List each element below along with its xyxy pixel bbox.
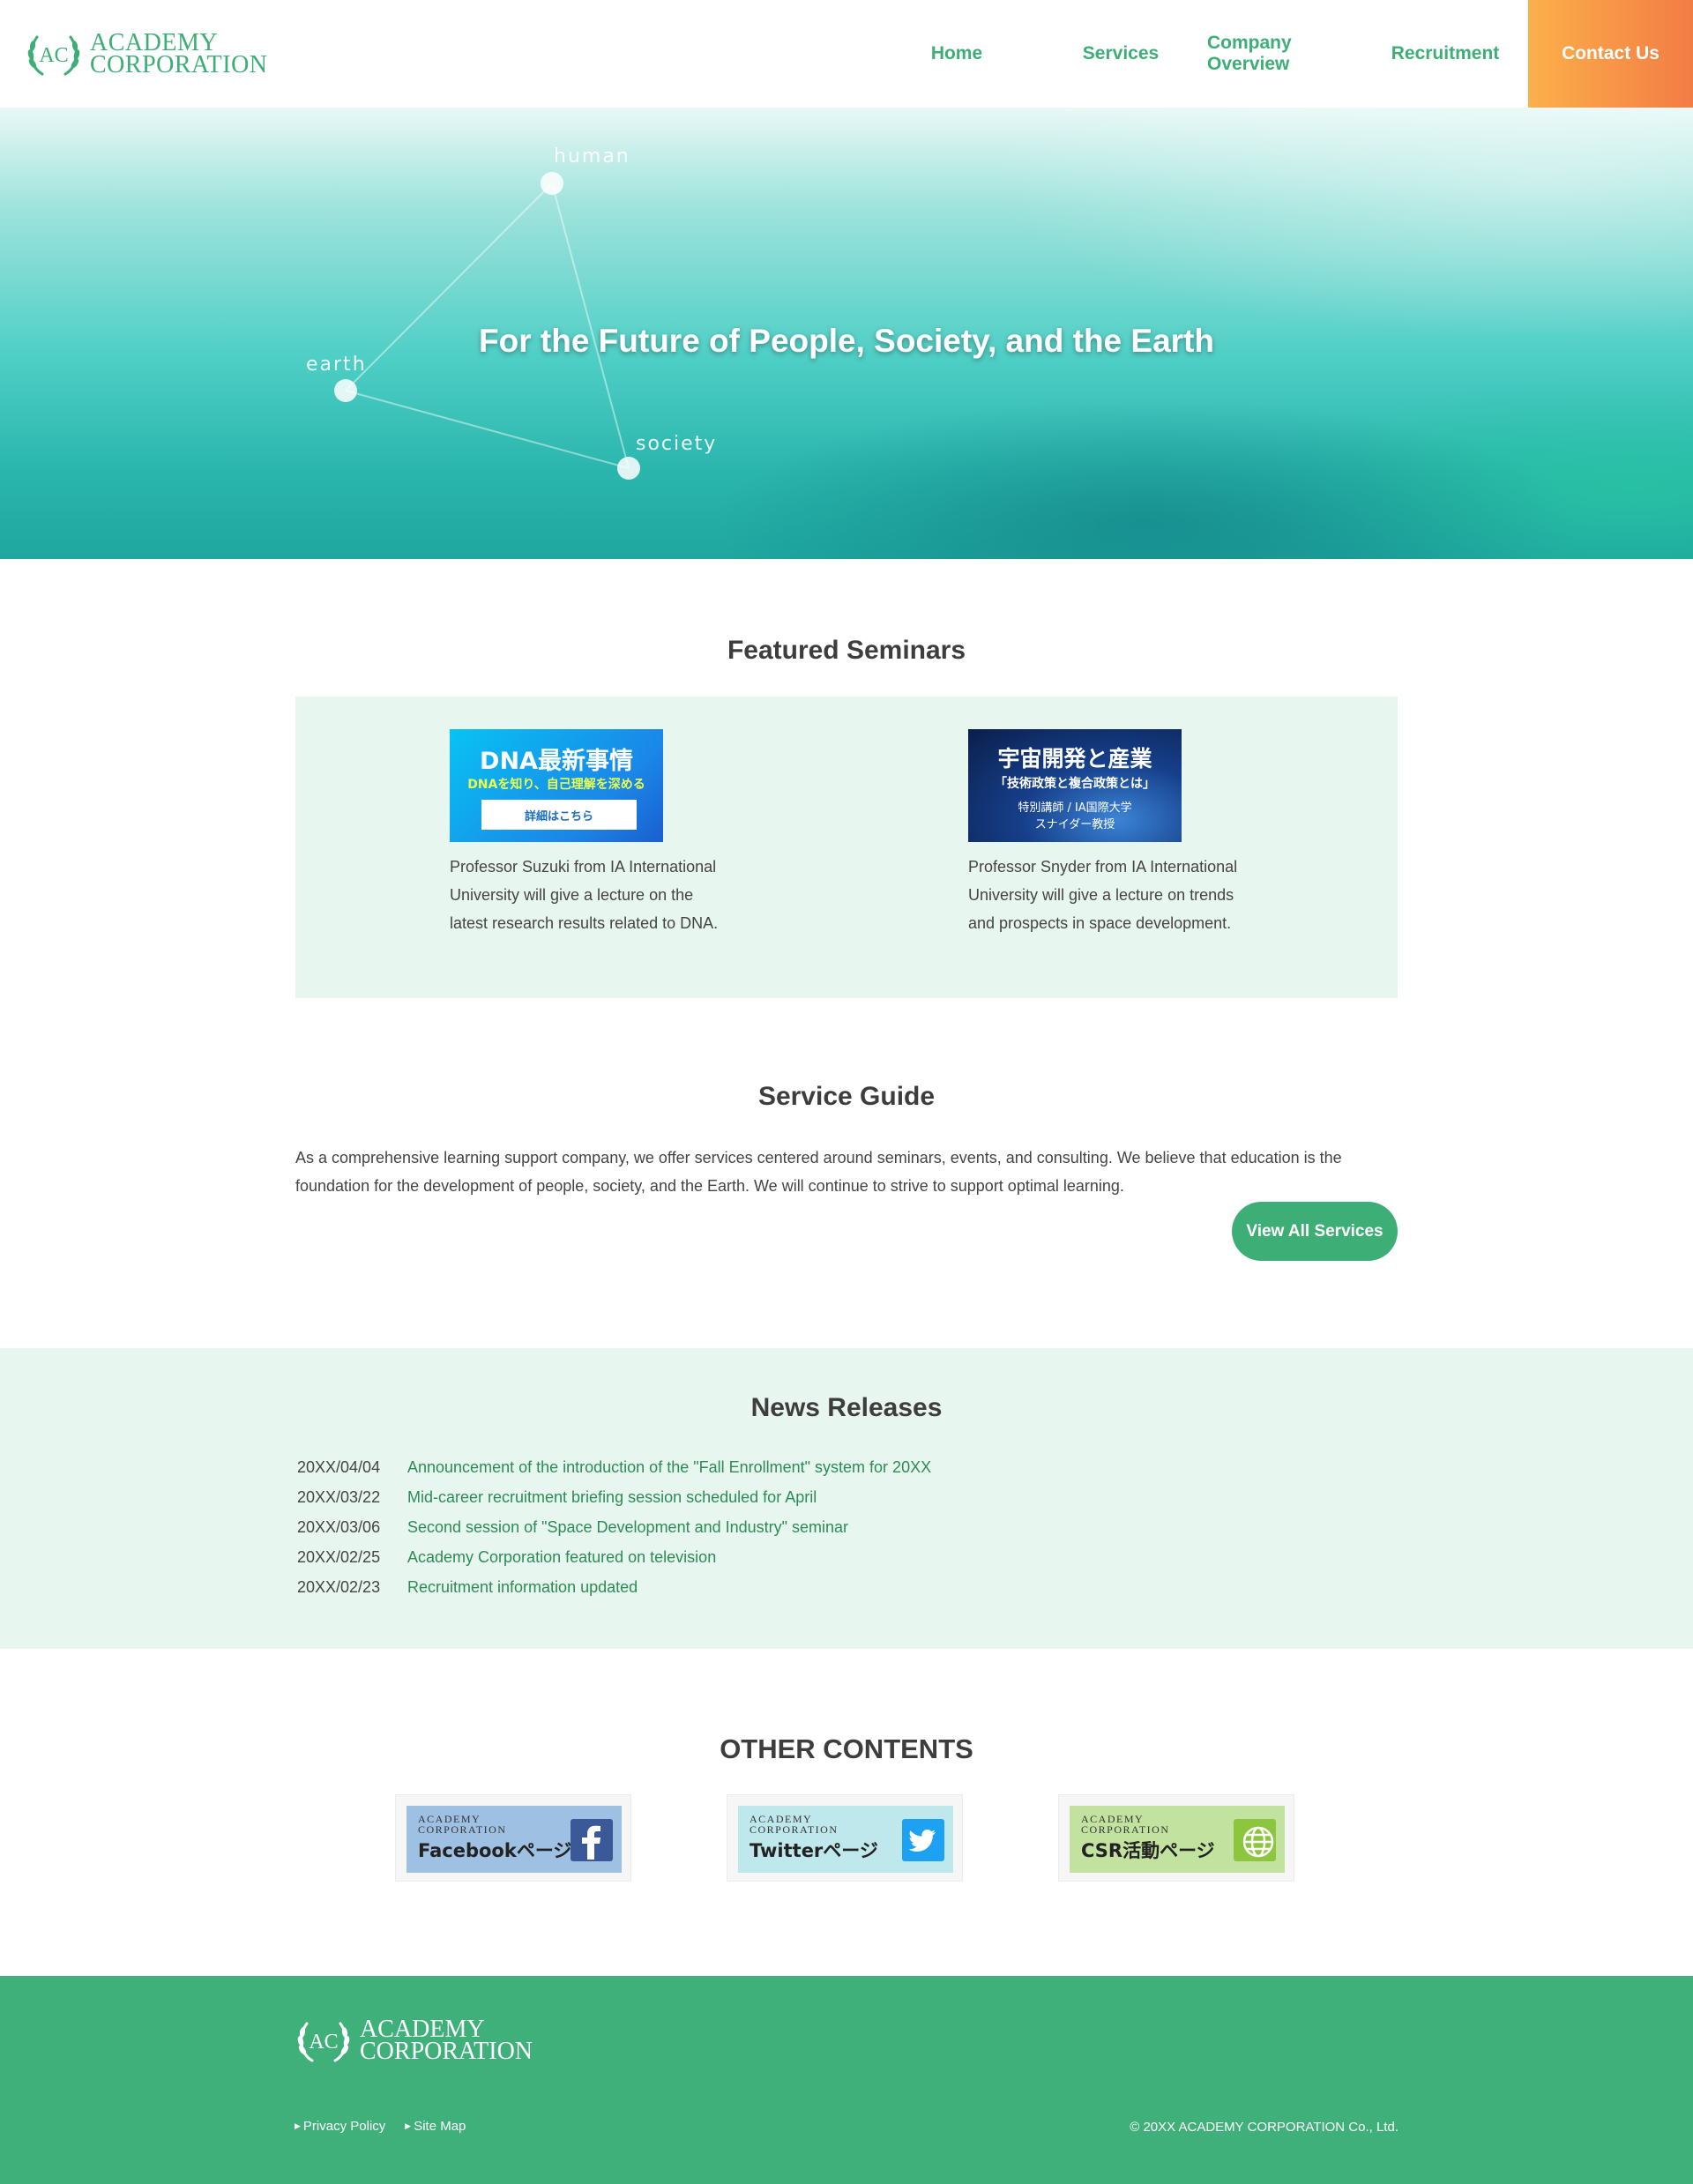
banner-company: ACADEMY CORPORATION xyxy=(418,1814,507,1835)
service-description: As a comprehensive learning support comp… xyxy=(295,1149,1342,1195)
banner-body: ACADEMY CORPORATION Twitterページ xyxy=(738,1806,953,1873)
human-label: human xyxy=(554,145,630,168)
banner-company: ACADEMY CORPORATION xyxy=(750,1814,839,1835)
news-date: 20XX/03/22 xyxy=(297,1487,381,1506)
laurel-logo-icon: AC xyxy=(297,2022,350,2062)
news-link[interactable]: Academy Corporation featured on televisi… xyxy=(407,1548,716,1567)
globe-icon xyxy=(1234,1819,1276,1861)
banner-company-line2: CORPORATION xyxy=(1081,1823,1170,1836)
news-link[interactable]: Second session of "Space Development and… xyxy=(407,1518,848,1537)
banner-company-line2: CORPORATION xyxy=(750,1823,839,1836)
hero-title: For the Future of People, Society, and t… xyxy=(479,323,1214,359)
news-item: 20XX/02/23 Recruitment information updat… xyxy=(295,1572,1398,1602)
nav-company-overview[interactable]: Company Overview xyxy=(1207,0,1362,108)
seminar-card: DNA最新事情 DNAを知り、自己理解を深める 詳細はこちら Professor… xyxy=(450,729,723,937)
nav-recruitment[interactable]: Recruitment xyxy=(1362,0,1528,108)
twitter-page-banner[interactable]: ACADEMY CORPORATION Twitterページ xyxy=(727,1794,963,1882)
section-title: Featured Seminars xyxy=(727,636,966,665)
logo-wordmark: ACADEMY CORPORATION xyxy=(90,31,268,78)
news-link[interactable]: Mid-career recruitment briefing session … xyxy=(407,1488,817,1507)
seminar-list: DNA最新事情 DNAを知り、自己理解を深める 詳細はこちら Professor… xyxy=(295,697,1398,998)
contact-us-button[interactable]: Contact Us xyxy=(1528,0,1693,108)
society-node xyxy=(617,457,640,480)
news-date: 20XX/02/23 xyxy=(297,1577,381,1596)
nav-services[interactable]: Services xyxy=(1034,0,1207,108)
banner-company-line2: CORPORATION xyxy=(418,1823,507,1836)
privacy-policy-link[interactable]: Privacy Policy xyxy=(295,2119,385,2134)
section-title: Service Guide xyxy=(757,1082,936,1111)
seminar-description: Professor Snyder from IA International U… xyxy=(968,858,1238,932)
site-footer: AC ACADEMY CORPORATION Privacy Policy Si… xyxy=(0,1976,1693,2184)
news-item: 20XX/02/25 Academy Corporation featured … xyxy=(295,1542,1398,1572)
footer-links: Privacy Policy Site Map xyxy=(295,2119,466,2134)
banner-lecturer: 特別講師 / IA国際大学 xyxy=(1018,801,1132,815)
site-header: AC ACADEMY CORPORATION Home Services Com… xyxy=(0,0,1693,108)
footer-logo[interactable]: AC ACADEMY CORPORATION xyxy=(295,2015,533,2066)
footer-logo-monogram: AC xyxy=(309,2031,338,2054)
banner-label: Facebookページ xyxy=(418,1840,572,1861)
society-label: society xyxy=(636,433,717,455)
banner-company: ACADEMY CORPORATION xyxy=(1081,1814,1170,1835)
news-date: 20XX/02/25 xyxy=(297,1547,381,1566)
banner-label: CSR活動ページ xyxy=(1081,1840,1215,1861)
featured-seminars-section: Featured Seminars DNA最新事情 DNAを知り、自己理解を深め… xyxy=(0,559,1693,998)
facebook-page-banner[interactable]: ACADEMY CORPORATION Facebookページ xyxy=(395,1794,631,1882)
site-logo[interactable]: AC ACADEMY CORPORATION xyxy=(25,28,268,79)
laurel-logo-icon: AC xyxy=(27,35,80,76)
twitter-icon xyxy=(902,1819,944,1861)
earth-node xyxy=(334,379,357,402)
logo-monogram: AC xyxy=(39,44,68,67)
facebook-icon xyxy=(571,1819,613,1861)
banner-body: ACADEMY CORPORATION CSR活動ページ xyxy=(1070,1806,1285,1873)
news-link[interactable]: Recruitment information updated xyxy=(407,1578,638,1597)
banner-subtitle: 「技術政策と複合政策とは」 xyxy=(995,777,1155,791)
service-button-row: View All Services xyxy=(295,1202,1398,1261)
news-item: 20XX/03/22 Mid-career recruitment briefi… xyxy=(295,1482,1398,1512)
logo-line2: CORPORATION xyxy=(90,51,268,78)
news-list: 20XX/04/04 Announcement of the introduct… xyxy=(295,1452,1398,1602)
seminar-description: Professor Suzuki from IA International U… xyxy=(450,858,719,932)
news-item: 20XX/03/06 Second session of "Space Deve… xyxy=(295,1512,1398,1542)
other-contents-section: OTHER CONTENTS ACADEMY CORPORATION Faceb… xyxy=(0,1649,1693,1976)
section-title: OTHER CONTENTS xyxy=(720,1733,973,1764)
social-banner-list: ACADEMY CORPORATION Facebookページ ACADEMY … xyxy=(0,1794,1693,1882)
news-releases-section: News Releases 20XX/04/04 Announcement of… xyxy=(0,1348,1693,1649)
banner-label: Twitterページ xyxy=(750,1840,878,1861)
dna-seminar-banner[interactable]: DNA最新事情 DNAを知り、自己理解を深める 詳細はこちら xyxy=(450,729,663,842)
human-node xyxy=(541,172,563,195)
hero-banner: human earth society For the Future of Pe… xyxy=(0,108,1693,559)
news-item: 20XX/04/04 Announcement of the introduct… xyxy=(295,1452,1398,1482)
banner-title: DNA最新事情 xyxy=(480,748,633,775)
banner-details-button: 詳細はこちら xyxy=(481,800,637,830)
main-nav: Home Services Company Overview Recruitme… xyxy=(879,0,1693,108)
news-link[interactable]: Announcement of the introduction of the … xyxy=(407,1458,931,1477)
space-seminar-banner[interactable]: 宇宙開発と産業 「技術政策と複合政策とは」 特別講師 / IA国際大学 スナイダ… xyxy=(968,729,1182,842)
footer-logo-wordmark: ACADEMY CORPORATION xyxy=(360,2017,533,2065)
news-date: 20XX/04/04 xyxy=(297,1457,381,1476)
site-map-link[interactable]: Site Map xyxy=(405,2119,466,2134)
banner-title: 宇宙開発と産業 xyxy=(997,746,1152,771)
banner-subtitle: DNAを知り、自己理解を深める xyxy=(467,778,645,792)
section-title: News Releases xyxy=(750,1393,943,1422)
service-guide-section: Service Guide As a comprehensive learnin… xyxy=(0,998,1693,1261)
view-all-services-button[interactable]: View All Services xyxy=(1232,1202,1398,1261)
seminar-card: 宇宙開発と産業 「技術政策と複合政策とは」 特別講師 / IA国際大学 スナイダ… xyxy=(968,729,1242,937)
footer-logo-line2: CORPORATION xyxy=(360,2038,533,2065)
banner-lecturer-name: スナイダー教授 xyxy=(1034,818,1115,831)
copyright: © 20XX ACADEMY CORPORATION Co., Ltd. xyxy=(1130,2120,1398,2135)
banner-body: ACADEMY CORPORATION Facebookページ xyxy=(406,1806,622,1873)
nav-home[interactable]: Home xyxy=(879,0,1034,108)
news-date: 20XX/03/06 xyxy=(297,1517,381,1536)
csr-activities-banner[interactable]: ACADEMY CORPORATION CSR活動ページ xyxy=(1058,1794,1294,1882)
